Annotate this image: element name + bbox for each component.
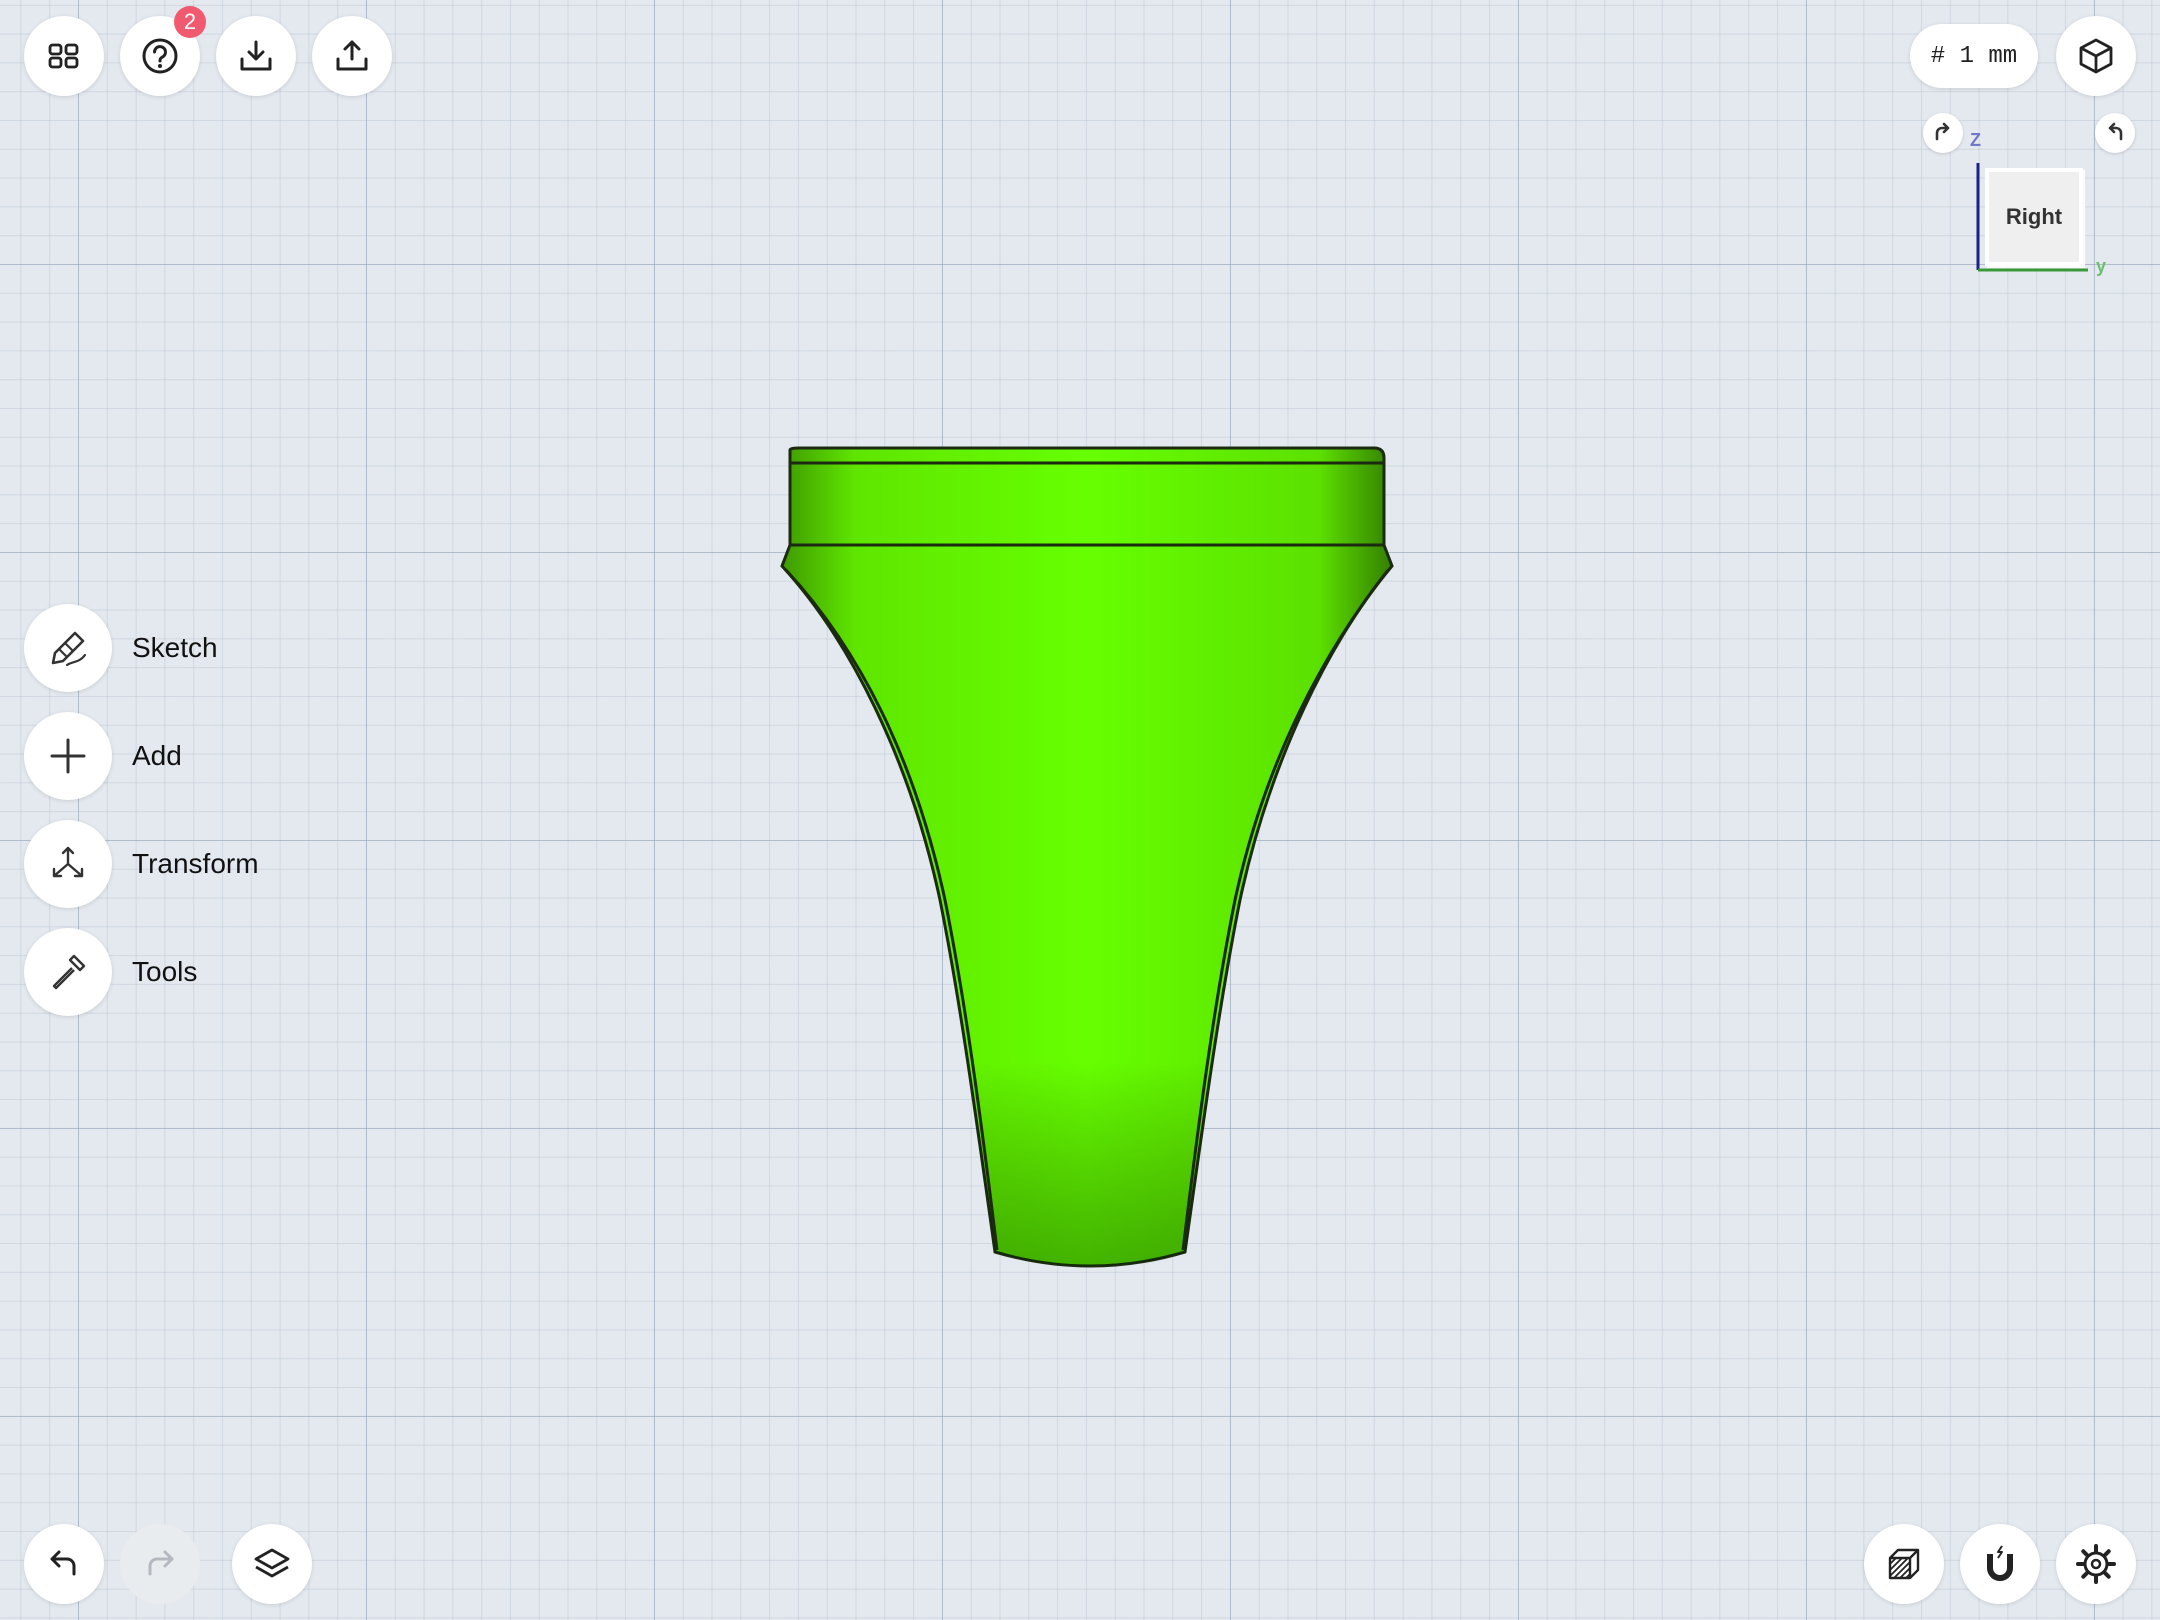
settings-button[interactable] bbox=[2056, 1524, 2136, 1604]
transform-button[interactable] bbox=[24, 820, 112, 908]
rotate-cw-icon bbox=[1935, 122, 1950, 141]
download-icon bbox=[240, 40, 272, 71]
menu-tools-label: Tools bbox=[132, 956, 198, 987]
menu-add-label: Add bbox=[132, 740, 182, 771]
rotate-view-clockwise-button[interactable] bbox=[1923, 113, 1963, 153]
help-icon bbox=[142, 38, 178, 74]
redo-button[interactable] bbox=[120, 1524, 200, 1604]
grid-icon bbox=[48, 43, 79, 69]
redo-icon bbox=[148, 1550, 174, 1576]
menu-sketch[interactable]: Sketch bbox=[24, 604, 218, 692]
menu-add[interactable]: Add bbox=[24, 712, 182, 800]
hammer-icon bbox=[52, 954, 86, 990]
3d-model-viewport[interactable] bbox=[770, 440, 1410, 1280]
snap-button[interactable] bbox=[1960, 1524, 2040, 1604]
menu-transform-label: Transform bbox=[132, 848, 259, 879]
section-view-button[interactable] bbox=[1864, 1524, 1944, 1604]
tools-button[interactable] bbox=[24, 928, 112, 1016]
view-cube[interactable]: Right bbox=[1985, 168, 2083, 266]
view-cube-face-label: Right bbox=[2005, 204, 2063, 229]
export-button[interactable] bbox=[312, 16, 392, 96]
rotate-ccw-icon bbox=[2108, 122, 2123, 141]
layers-button[interactable] bbox=[232, 1524, 312, 1604]
gear-icon bbox=[2076, 1544, 2116, 1584]
menu-tools[interactable]: Tools bbox=[24, 928, 197, 1016]
menu-sketch-label: Sketch bbox=[132, 632, 218, 663]
section-view-icon bbox=[1888, 1548, 1920, 1580]
3d-cube-icon bbox=[2079, 38, 2113, 74]
view-mode-button[interactable] bbox=[2056, 16, 2136, 96]
help-button[interactable]: 2 bbox=[120, 6, 206, 96]
transform-arrows-icon bbox=[52, 846, 84, 878]
model-body[interactable] bbox=[780, 446, 1394, 1268]
magnet-snap-icon bbox=[1987, 1545, 2013, 1581]
sketch-pen-icon bbox=[51, 631, 87, 667]
layers-icon bbox=[254, 1548, 290, 1578]
share-icon bbox=[336, 40, 368, 71]
z-axis-label: Z bbox=[1970, 130, 1981, 150]
undo-button[interactable] bbox=[24, 1524, 104, 1604]
grid-menu-button[interactable] bbox=[24, 16, 104, 96]
sketch-button[interactable] bbox=[24, 604, 112, 692]
help-notification-badge: 2 bbox=[174, 6, 206, 38]
import-button[interactable] bbox=[216, 16, 296, 96]
rotate-view-counterclockwise-button[interactable] bbox=[2095, 113, 2135, 153]
grid-units-button[interactable]: # 1 mm bbox=[1910, 24, 2038, 88]
add-button[interactable] bbox=[24, 712, 112, 800]
menu-transform[interactable]: Transform bbox=[24, 820, 259, 908]
undo-icon bbox=[50, 1550, 76, 1576]
y-axis-label: y bbox=[2096, 256, 2107, 276]
plus-icon bbox=[50, 738, 86, 774]
